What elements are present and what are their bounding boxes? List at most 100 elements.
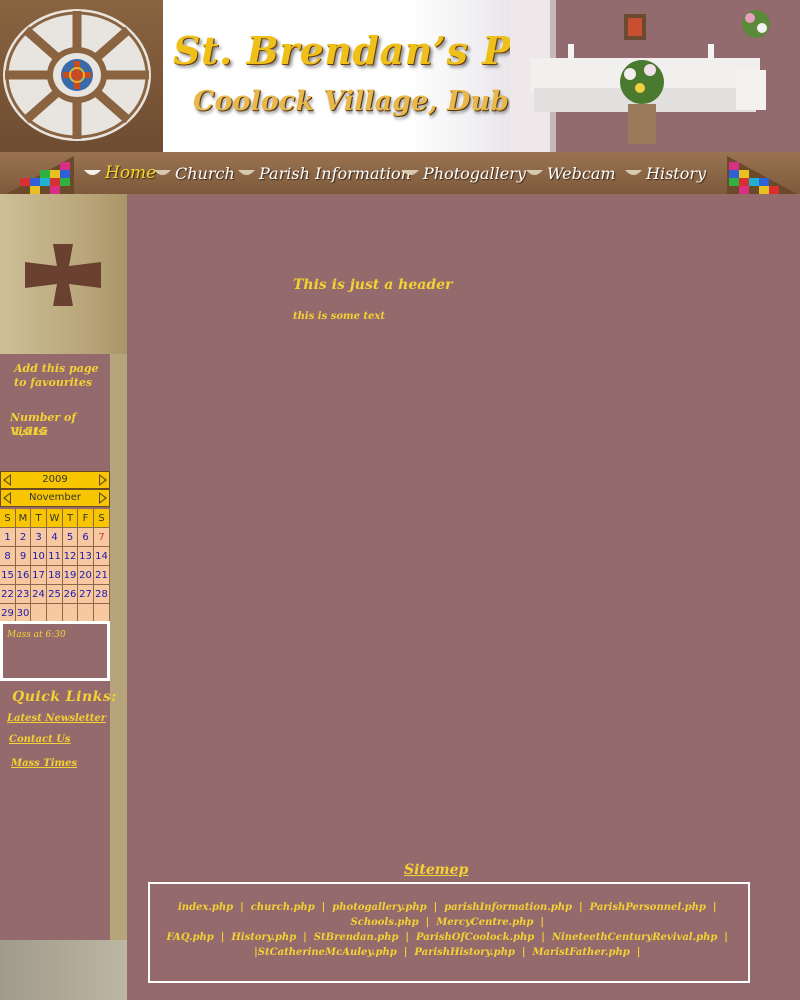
bowl-icon	[402, 170, 419, 175]
sitemap-link[interactable]: ParishHistory.php	[414, 947, 515, 958]
previous-month-arrow-icon[interactable]	[3, 492, 11, 504]
sitemap-link[interactable]: church.php	[251, 902, 315, 913]
calendar-weekday-header: T	[63, 509, 78, 528]
sitemap-separator: |	[213, 932, 232, 943]
calendar-day[interactable]: 2	[16, 528, 31, 547]
sitemap-separator: |	[629, 947, 644, 958]
bowl-icon	[238, 170, 255, 175]
nav-label: Webcam	[547, 163, 616, 183]
calendar-weekday-header: F	[78, 509, 94, 528]
next-month-arrow-icon[interactable]	[99, 492, 107, 504]
sitemap-separator: |	[514, 947, 533, 958]
calendar-weekday-header: M	[16, 509, 31, 528]
calendar-day[interactable]: 24	[31, 585, 47, 604]
sitemap-line: index.php | church.php | photogallery.ph…	[150, 900, 748, 930]
calendar-day[interactable]: 5	[63, 528, 78, 547]
nav-label: History	[646, 163, 707, 183]
calendar-day[interactable]: 25	[47, 585, 63, 604]
sitemap-link[interactable]: Schools.php	[351, 917, 419, 928]
calendar-month: November	[28, 492, 82, 503]
sitemap-separator: |	[533, 917, 548, 928]
calendar-day[interactable]: 4	[47, 528, 63, 547]
sitemap-link[interactable]: parishInformation.php	[444, 902, 572, 913]
sidebar-footer	[0, 940, 127, 1000]
calendar-day[interactable]: 8	[0, 547, 16, 566]
quick-links-title: Quick Links:	[12, 689, 117, 705]
sitemap-separator: |	[534, 932, 552, 943]
sitemap-line: FAQ.php | History.php | StBrendan.php | …	[150, 930, 748, 945]
nav-label: Home	[105, 163, 157, 183]
calendar-day[interactable]: 6	[78, 528, 94, 547]
sitemap-separator: |	[233, 902, 251, 913]
calendar-grid: S M T W T F S 1 2 3 4 5 6 7 8 9 10 11 12 13 14 15 16 17 18 19 20 21…	[0, 509, 110, 623]
bowl-icon	[625, 170, 642, 175]
calendar-day[interactable]: 10	[31, 547, 47, 566]
sitemap-links: index.php | church.php | photogallery.ph…	[150, 900, 748, 960]
content-heading: This is just a header	[293, 277, 453, 293]
sitemap-separator: |	[296, 932, 314, 943]
calendar-year: 2009	[42, 474, 68, 485]
quick-link-contact-us[interactable]: Contact Us	[9, 734, 71, 745]
nav-photogallery[interactable]: Photogallery	[402, 160, 526, 186]
calendar-day[interactable]: 15	[0, 566, 16, 585]
site-header: St. Brendan’s Parish Coolock Village, Du…	[0, 0, 800, 152]
calendar-month-bar: November	[0, 489, 110, 507]
calendar-weekday-header: T	[31, 509, 47, 528]
calendar-day[interactable]: 1	[0, 528, 16, 547]
add-to-favourites-link[interactable]: Add this page to favourites	[14, 362, 104, 390]
sitemap-link[interactable]: History.php	[231, 932, 296, 943]
nav-webcam[interactable]: Webcam	[526, 160, 616, 186]
calendar-day[interactable]: 13	[78, 547, 94, 566]
sitemap-link[interactable]: NineteethCenturyRevival.php	[552, 932, 717, 943]
calendar-day[interactable]: 17	[31, 566, 47, 585]
nav-history[interactable]: History	[625, 160, 706, 186]
rose-window-logo	[3, 9, 151, 141]
bowl-icon	[84, 170, 101, 175]
calendar-day[interactable]: 16	[16, 566, 31, 585]
calendar-year-bar: 2009	[0, 471, 110, 489]
altar-photo	[510, 0, 800, 152]
calendar-day[interactable]: 27	[78, 585, 94, 604]
sitemap-link[interactable]: StCatherineMcAuley.php	[258, 947, 397, 958]
calendar-day[interactable]: 7	[94, 528, 110, 547]
nav-church[interactable]: Church	[154, 160, 235, 186]
sitemap-link[interactable]: photogallery.php	[332, 902, 426, 913]
sitemap-separator: |	[396, 947, 415, 958]
calendar-day[interactable]: 20	[78, 566, 94, 585]
next-year-arrow-icon[interactable]	[99, 474, 107, 486]
calendar-day[interactable]: 14	[94, 547, 110, 566]
site-subtitle: Coolock Village, Dublin.	[193, 86, 559, 117]
calendar-day[interactable]: 21	[94, 566, 110, 585]
sitemap-link[interactable]: StBrendan.php	[314, 932, 399, 943]
sitemap-link[interactable]: ParishOfCoolock.php	[416, 932, 534, 943]
nav-label: Photogallery	[423, 163, 526, 183]
sitemap-link[interactable]: FAQ.php	[167, 932, 214, 943]
calendar-day[interactable]: 11	[47, 547, 63, 566]
calendar-day[interactable]: 18	[47, 566, 63, 585]
sitemap-separator: |	[418, 917, 437, 928]
calendar-day[interactable]: 28	[94, 585, 110, 604]
quick-link-mass-times[interactable]: Mass Times	[11, 758, 77, 769]
left-stained-glass-icon	[6, 156, 74, 194]
sitemap-link[interactable]: index.php	[178, 902, 233, 913]
main-nav: Home Church Parish Information Photogall…	[0, 152, 800, 194]
visit-counter-value: 1,515	[13, 425, 48, 438]
calendar-weekday-header: W	[47, 509, 63, 528]
calendar-day[interactable]: 26	[63, 585, 78, 604]
sitemap-separator: |	[571, 902, 590, 913]
quick-link-latest-newsletter[interactable]: Latest Newsletter	[7, 713, 106, 724]
sitemap-link[interactable]: MaristFather.php	[532, 947, 629, 958]
nav-home[interactable]: Home	[84, 160, 156, 186]
sitemap-title: Sitemep	[404, 862, 469, 878]
calendar-day[interactable]: 9	[16, 547, 31, 566]
calendar-day[interactable]: 3	[31, 528, 47, 547]
calendar-day[interactable]: 19	[63, 566, 78, 585]
previous-year-arrow-icon[interactable]	[3, 474, 11, 486]
nav-parish-information[interactable]: Parish Information	[238, 160, 411, 186]
sitemap-link[interactable]: MercyCentre.php	[436, 917, 533, 928]
bowl-icon	[526, 170, 543, 175]
sitemap-link[interactable]: ParishPersonnel.php	[590, 902, 706, 913]
calendar-day[interactable]: 22	[0, 585, 16, 604]
calendar-day[interactable]: 12	[63, 547, 78, 566]
calendar-day[interactable]: 23	[16, 585, 31, 604]
